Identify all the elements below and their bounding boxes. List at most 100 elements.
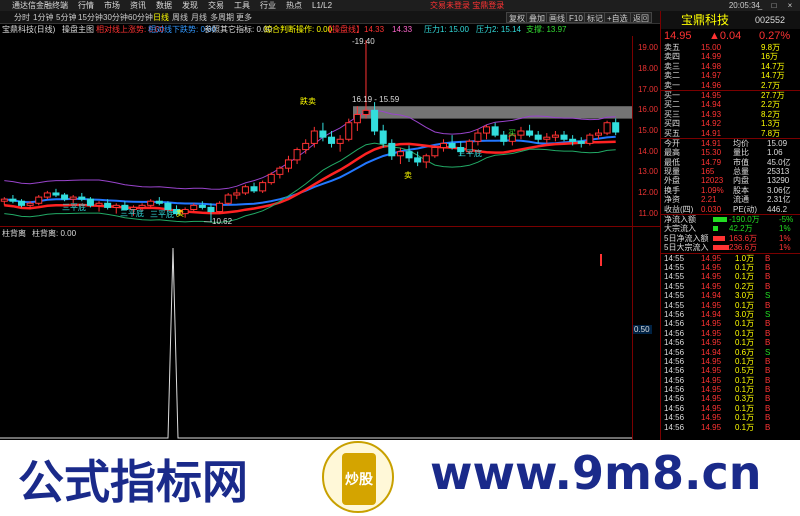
minimize-icon[interactable]: _ (754, 0, 766, 11)
tick-price: 14.95 (701, 385, 722, 395)
tab-period[interactable]: 5分钟 (56, 11, 76, 24)
tick-price: 14.95 (701, 356, 722, 366)
trade-login-status[interactable]: 交易未登录 宝鼎登录 (430, 0, 504, 11)
flow-bar (713, 226, 718, 232)
tick-row: 14:56 14.94 3.0万 S (661, 310, 800, 319)
tick-side: S (765, 347, 771, 357)
tick-row: 14:55 14.95 0.2万 B (661, 282, 800, 291)
tick-time: 14:55 (664, 281, 685, 291)
menu-item[interactable]: L1/L2 (312, 0, 332, 11)
button-adjust[interactable]: 复权 (506, 12, 528, 23)
menu-item[interactable]: 数据 (156, 0, 172, 11)
button-add-favorite[interactable]: +自选 (604, 12, 631, 23)
menu-item[interactable]: 交易 (208, 0, 224, 11)
stat-label: 净资 (664, 195, 680, 205)
tick-volume: 0.3万 (735, 394, 755, 404)
fund-flow: 净流入额 -190.0万 -5% 大宗流入 42.2万 1% 5日净流入额 163.6万 1% 5… (661, 215, 800, 253)
tick-row: 14:56 14.95 0.1万 B (661, 385, 800, 394)
menu-item[interactable]: 行情 (78, 0, 94, 11)
tab-period[interactable]: 月线 (191, 11, 207, 24)
signal-label: 卖 (404, 171, 412, 180)
candle-body (302, 142, 310, 151)
indicator-param: 压力2: 15.14 (476, 25, 521, 34)
menu-item[interactable]: 行业 (260, 0, 276, 11)
tick-volume: 0.1万 (735, 356, 755, 366)
tick-price: 14.95 (701, 281, 722, 291)
tab-period[interactable]: 60分钟 (128, 11, 153, 24)
stat-value: 25313 (767, 167, 790, 177)
book-price: 14.98 (701, 61, 722, 71)
tick-volume: 0.5万 (735, 366, 755, 376)
book-level-label: 卖四 (664, 52, 680, 62)
tick-time: 14:56 (664, 413, 685, 423)
tab-period-selected[interactable]: 日线 (153, 11, 169, 24)
book-volume: 9.8万 (761, 43, 781, 52)
candle-body (9, 198, 17, 202)
candle-body (405, 151, 413, 159)
tick-list[interactable]: 14:55 14.95 1.0万 B 14:55 14.95 0.1万 B 14:55 14.95… (661, 254, 800, 432)
candle-body (448, 142, 456, 149)
flow-bar (713, 235, 725, 241)
book-level-label: 卖三 (664, 61, 680, 71)
candle-body (353, 113, 361, 124)
button-back[interactable]: 返回 (630, 12, 652, 23)
tab-period[interactable]: 分时 (14, 11, 30, 24)
tick-side: B (765, 328, 771, 338)
candle-body (526, 130, 534, 136)
candle-body (422, 155, 430, 163)
button-overlay[interactable]: 叠加 (526, 12, 548, 23)
price-axis: 19.00 18.00 17.00 16.00 15.00 14.00 13.00 12.00… (632, 36, 660, 226)
button-f10[interactable]: F10 (566, 12, 586, 23)
sub-indicator-chart[interactable] (0, 240, 632, 440)
flow-pct: 1% (779, 224, 791, 234)
menu-item[interactable]: 热点 (286, 0, 302, 11)
tick-time: 14:56 (664, 403, 685, 413)
tab-period[interactable]: 30分钟 (103, 11, 128, 24)
candle-body (612, 122, 620, 133)
sub-indicator-name[interactable]: 柱背离 (2, 228, 26, 240)
sell-level: 卖一 14.96 2.7万 (661, 81, 800, 90)
menu-item[interactable]: 工具 (234, 0, 250, 11)
indicator-param: 【操盘线】 (324, 25, 364, 34)
tick-price: 14.95 (701, 262, 722, 272)
tab-period[interactable]: 多周期 (210, 11, 234, 24)
flow-row: 净流入额 -190.0万 -5% (661, 215, 800, 224)
chart-stock-title: 宝鼎科技(日线) (2, 25, 56, 34)
tick-time: 14:56 (664, 338, 685, 348)
stock-code: 002552 (755, 15, 786, 25)
tab-period[interactable]: 周线 (172, 11, 188, 24)
candle-body (586, 134, 594, 144)
axis-tick-label: 19.00 (637, 43, 658, 53)
candle-body (569, 138, 577, 142)
tick-volume: 0.1万 (735, 262, 755, 272)
stat-label: PE(动) (733, 204, 757, 214)
candle-body (310, 130, 318, 144)
book-price: 15.00 (701, 43, 722, 52)
book-volume: 14.7万 (761, 61, 785, 71)
tab-period[interactable]: 更多 (236, 11, 252, 24)
price-change: ▲0.04 (709, 30, 742, 42)
close-icon[interactable]: × (784, 0, 796, 11)
tick-side: B (765, 385, 771, 395)
book-price: 14.99 (701, 52, 722, 62)
candle-body (336, 138, 344, 144)
tick-side: B (765, 394, 771, 404)
book-volume: 1.3万 (761, 119, 781, 129)
tab-period[interactable]: 15分钟 (78, 11, 103, 24)
candle-body (594, 132, 602, 136)
menu-item[interactable]: 发现 (182, 0, 198, 11)
candle-body (190, 204, 198, 210)
book-volume: 14.7万 (761, 71, 785, 81)
candlestick-chart[interactable]: -19.40—10.6216.19 - 15.59三平底三平底 三平底三平底跌卖卖… (0, 36, 632, 226)
button-mark[interactable]: 标记 (584, 12, 606, 23)
button-draw[interactable]: 画线 (546, 12, 568, 23)
menu-item[interactable]: 市场 (104, 0, 120, 11)
menu-item[interactable]: 资讯 (130, 0, 146, 11)
tab-period[interactable]: 1分钟 (33, 11, 53, 24)
candle-body (18, 200, 26, 206)
indicator-name[interactable]: 操盘主图 (62, 24, 94, 36)
candle-body (439, 142, 447, 149)
tick-row: 14:55 14.95 0.1万 B (661, 301, 800, 310)
candle-body (241, 186, 249, 194)
maximize-icon[interactable]: □ (768, 0, 780, 11)
